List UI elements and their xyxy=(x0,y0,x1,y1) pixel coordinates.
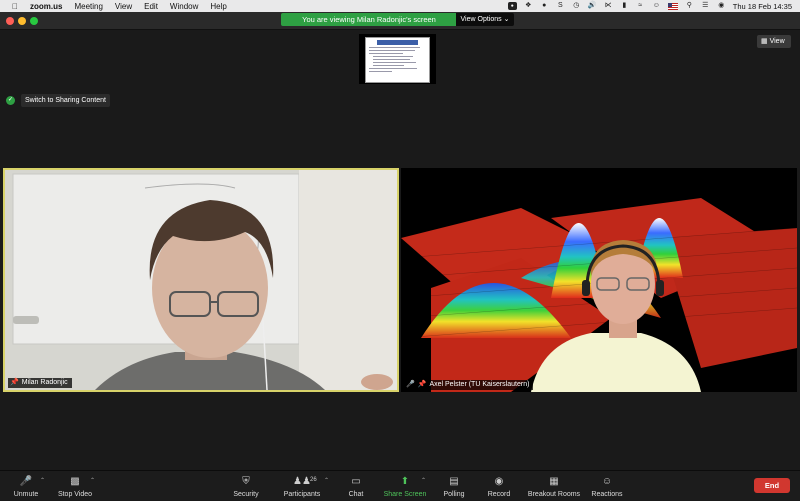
apple-menu-icon[interactable]:  xyxy=(10,2,20,11)
people-icon: ♟♟ xyxy=(293,476,311,487)
participant-name-label: Milan Radonjic xyxy=(21,379,68,386)
participants-caret-icon[interactable]: ⌃ xyxy=(324,477,329,484)
security-button[interactable]: ⛨ Security xyxy=(228,471,264,501)
reactions-button[interactable]: ☺ Reactions xyxy=(588,471,626,501)
unmute-button[interactable]: 🎤 Unmute xyxy=(8,471,44,501)
view-layout-label: View xyxy=(769,38,785,45)
siri-icon[interactable]: ◉ xyxy=(717,2,726,10)
unmute-label: Unmute xyxy=(13,491,39,498)
record-icon: ◉ xyxy=(494,476,504,487)
chat-bubble-icon: ▭ xyxy=(351,476,361,487)
viewing-screen-banner: You are viewing Milan Radonjic's screen xyxy=(281,13,457,26)
record-button[interactable]: ◉ Record xyxy=(484,471,514,501)
view-options-button[interactable]: View Options ⌄ xyxy=(456,13,514,26)
record-label: Record xyxy=(487,491,511,498)
share-screen-label: Share Screen xyxy=(383,491,427,498)
polling-label: Polling xyxy=(443,491,465,498)
breakout-rooms-label: Breakout Rooms xyxy=(527,491,581,498)
participant-name-label: Axel Pelster (TU Kaiserslautern) xyxy=(429,381,530,388)
share-screen-button[interactable]: ⬆ Share Screen xyxy=(380,471,430,501)
menu-view[interactable]: View xyxy=(115,2,132,11)
dropbox-icon[interactable]: ❖ xyxy=(524,2,533,10)
security-label: Security xyxy=(233,491,259,498)
clock-datetime[interactable]: Thu 18 Feb 14:35 xyxy=(733,2,792,11)
video-tile-milan[interactable]: 📌 Milan Radonjic xyxy=(3,168,399,392)
menu-app-zoom[interactable]: zoom.us xyxy=(30,2,62,11)
microphone-muted-icon: 🎤 xyxy=(19,476,33,487)
grid-view-icon: ▦ xyxy=(761,38,768,45)
switch-to-sharing-label: Switch to Sharing Content xyxy=(21,93,110,107)
participant-name-tag: 🎤 📌 Axel Pelster (TU Kaiserslautern) xyxy=(404,380,534,390)
video-options-caret-icon[interactable]: ⌃ xyxy=(90,477,95,484)
share-options-caret-icon[interactable]: ⌃ xyxy=(421,477,426,484)
menu-edit[interactable]: Edit xyxy=(144,2,158,11)
breakout-rooms-icon: ▦ xyxy=(549,476,559,487)
participants-button[interactable]: ♟♟ Participants xyxy=(280,471,324,501)
breakout-rooms-button[interactable]: ▦ Breakout Rooms xyxy=(526,471,582,501)
close-window-button[interactable] xyxy=(6,17,14,25)
zoom-window-button[interactable] xyxy=(30,17,38,25)
stop-video-label: Stop Video xyxy=(57,491,93,498)
audio-options-caret-icon[interactable]: ⌃ xyxy=(40,477,45,484)
messenger-icon[interactable]: ● xyxy=(540,2,549,10)
time-machine-icon[interactable]: ◷ xyxy=(572,2,581,10)
chevron-down-icon: ⌄ xyxy=(503,16,510,23)
participant-name-tag: 📌 Milan Radonjic xyxy=(8,378,72,388)
stop-video-button[interactable]: ▩ Stop Video xyxy=(54,471,96,501)
meeting-toolbar: 🎤 Unmute ⌃ ▩ Stop Video ⌃ ⛨ Security ♟♟ … xyxy=(0,470,800,500)
reactions-label: Reactions xyxy=(591,491,623,498)
skype-icon[interactable]: S xyxy=(556,2,565,10)
wifi-icon[interactable]: ≈ xyxy=(636,2,645,10)
participant-video-axel xyxy=(401,168,797,392)
menu-window[interactable]: Window xyxy=(170,2,198,11)
shared-slide-preview xyxy=(365,37,430,83)
battery-icon[interactable]: ▮ xyxy=(620,2,629,10)
pin-icon: 📌 xyxy=(10,379,19,386)
pin-icon: 📌 xyxy=(417,381,427,388)
control-center-icon[interactable]: ☰ xyxy=(701,2,710,10)
menu-help[interactable]: Help xyxy=(210,2,226,11)
minimize-window-button[interactable] xyxy=(18,17,26,25)
view-layout-button[interactable]: ▦ View xyxy=(757,35,791,48)
participants-label: Participants xyxy=(283,491,321,498)
user-account-icon[interactable]: ☺ xyxy=(652,2,661,10)
shield-check-icon: ✓ xyxy=(6,95,15,105)
microphone-muted-icon: 🎤 xyxy=(406,381,415,388)
participant-video-milan xyxy=(5,170,397,390)
zoom-status-icon[interactable]: ● xyxy=(507,2,517,10)
spotlight-search-icon[interactable]: ⚲ xyxy=(685,2,694,10)
video-tile-axel[interactable]: 🎤 📌 Axel Pelster (TU Kaiserslautern) xyxy=(401,168,797,392)
shared-screen-thumbnail[interactable] xyxy=(359,34,436,84)
polling-button[interactable]: ▤ Polling xyxy=(438,471,470,501)
chat-label: Chat xyxy=(348,491,364,498)
smiley-icon: ☺ xyxy=(601,476,613,487)
shield-icon: ⛨ xyxy=(242,476,250,487)
bar-chart-icon: ▤ xyxy=(449,476,459,487)
menu-meeting[interactable]: Meeting xyxy=(74,2,102,11)
volume-icon[interactable]: 🔊 xyxy=(588,2,597,10)
end-meeting-button[interactable]: End xyxy=(754,478,790,493)
chat-button[interactable]: ▭ Chat xyxy=(342,471,370,501)
input-source-flag-icon[interactable] xyxy=(667,2,678,10)
switch-to-sharing-button[interactable]: ✓ Switch to Sharing Content xyxy=(6,93,116,107)
bluetooth-icon[interactable]: ⋉ xyxy=(604,2,613,10)
macos-menu-bar:  zoom.us Meeting View Edit Window Help … xyxy=(0,0,800,12)
participants-count: 26 xyxy=(310,477,317,483)
view-options-label: View Options xyxy=(460,16,502,23)
